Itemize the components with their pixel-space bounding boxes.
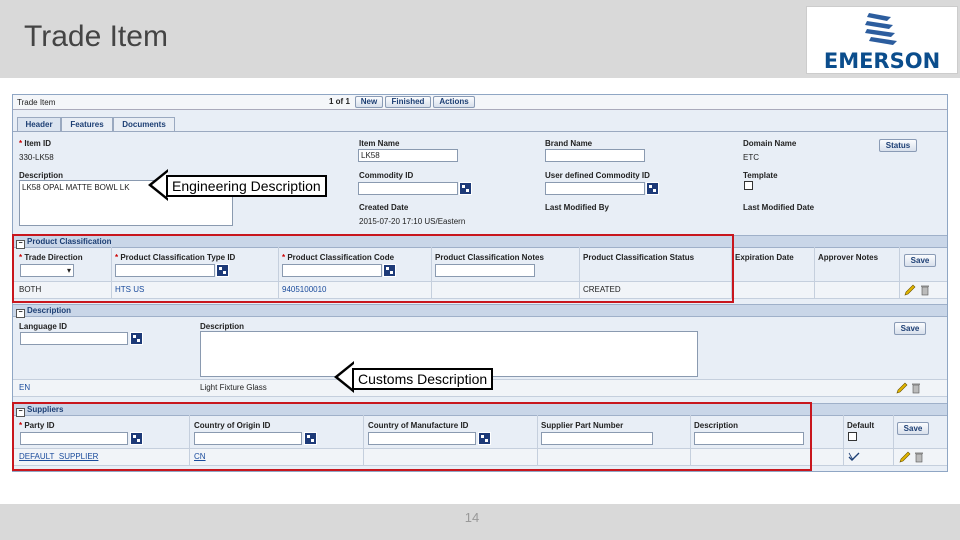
description-section-header[interactable]: − Description xyxy=(13,304,947,318)
commodity-lookup-icon[interactable] xyxy=(459,182,472,195)
delete-trash-icon[interactable] xyxy=(911,382,921,394)
emerson-logo: EMERSON xyxy=(806,6,958,74)
language-id-input[interactable] xyxy=(20,332,128,345)
pc-col-approver: Approver Notes xyxy=(818,253,879,262)
desc-label: Description xyxy=(200,322,245,331)
language-lookup-icon[interactable] xyxy=(130,332,143,345)
language-id-label: Language ID xyxy=(19,322,68,331)
item-id-label: * Item ID xyxy=(19,139,52,148)
sup-col-default: Default xyxy=(847,421,875,430)
item-id-value: 330-LK58 xyxy=(19,153,54,162)
brand-name-label: Brand Name xyxy=(545,139,593,148)
user-commodity-label: User defined Commodity ID xyxy=(545,171,650,180)
pc-save-button[interactable]: Save xyxy=(904,254,936,267)
created-date-value: 2015-07-20 17:10 US/Eastern xyxy=(359,217,466,226)
emerson-logo-icon xyxy=(865,13,897,45)
col-divider xyxy=(893,415,894,465)
desc-row-language: EN xyxy=(19,383,31,392)
commodity-id-input[interactable] xyxy=(358,182,458,195)
desc-save-button[interactable]: Save xyxy=(894,322,926,335)
engineering-arrow-icon xyxy=(148,169,168,201)
brand-name-input[interactable] xyxy=(545,149,645,162)
item-name-input[interactable]: LK58 xyxy=(358,149,458,162)
edit-pencil-icon[interactable] xyxy=(896,382,908,394)
last-modified-by-label: Last Modified By xyxy=(545,203,610,212)
tab-divider xyxy=(13,131,947,132)
customs-arrow-icon xyxy=(334,361,354,393)
domain-name-value: ETC xyxy=(743,153,759,162)
col-divider xyxy=(814,247,815,298)
status-button[interactable]: Status xyxy=(879,139,917,152)
suppliers-highlight xyxy=(12,402,812,471)
tab-features[interactable]: Features xyxy=(61,117,113,132)
domain-name-label: Domain Name xyxy=(743,139,797,148)
delete-trash-icon[interactable] xyxy=(920,284,930,296)
edit-pencil-icon[interactable] xyxy=(904,284,916,296)
col-divider xyxy=(899,247,900,298)
slide-title: Trade Item xyxy=(24,20,168,53)
window-title: Trade Item xyxy=(17,98,56,107)
desc-row-description: Light Fixture Glass xyxy=(200,383,267,392)
pc-col-expiration: Expiration Date xyxy=(735,253,794,262)
logo-text: EMERSON xyxy=(823,49,941,73)
finished-button[interactable]: Finished xyxy=(385,96,431,108)
collapse-icon[interactable]: − xyxy=(16,309,25,318)
user-commodity-input[interactable] xyxy=(545,182,645,195)
commodity-id-label: Commodity ID xyxy=(359,171,414,180)
actions-button[interactable]: Actions xyxy=(433,96,475,108)
delete-trash-icon[interactable] xyxy=(914,451,924,463)
template-checkbox[interactable] xyxy=(744,181,753,190)
tab-documents[interactable]: Documents xyxy=(113,117,175,132)
item-name-label: Item Name xyxy=(359,139,400,148)
default-checkbox[interactable] xyxy=(848,432,857,441)
last-modified-date-label: Last Modified Date xyxy=(743,203,815,212)
engineering-description-callout: Engineering Description xyxy=(166,175,327,197)
page-number: 14 xyxy=(464,510,480,525)
pager: 1 of 1 xyxy=(329,97,350,106)
new-button[interactable]: New xyxy=(355,96,383,108)
user-commodity-lookup-icon[interactable] xyxy=(646,182,659,195)
default-check-icon xyxy=(848,452,860,461)
tab-header[interactable]: Header xyxy=(17,117,61,132)
product-classification-highlight xyxy=(12,234,734,303)
edit-pencil-icon[interactable] xyxy=(899,451,911,463)
created-date-label: Created Date xyxy=(359,203,409,212)
template-label: Template xyxy=(743,171,778,180)
window-titlebar xyxy=(13,95,947,110)
sup-save-button[interactable]: Save xyxy=(897,422,929,435)
col-divider xyxy=(843,415,844,465)
description-label: Description xyxy=(19,171,64,180)
customs-description-callout: Customs Description xyxy=(352,368,494,390)
